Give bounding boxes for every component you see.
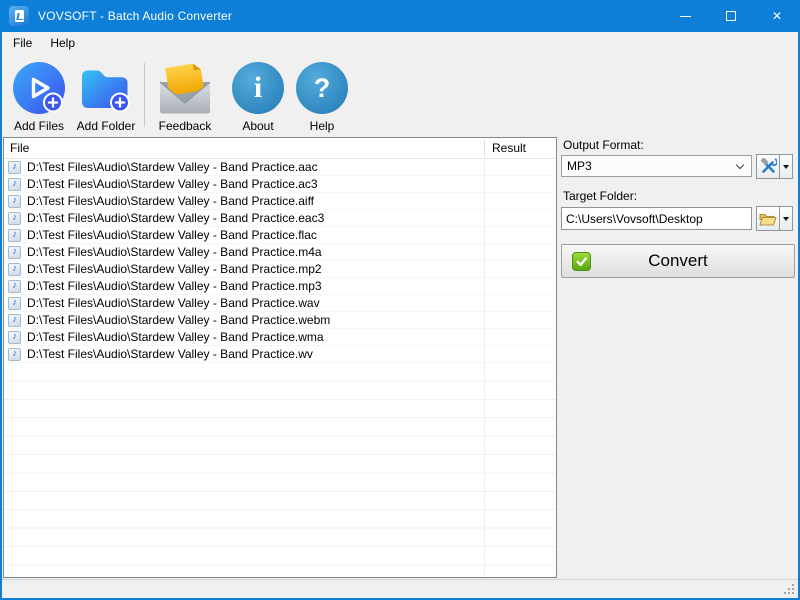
table-row[interactable]: ♪ D:\Test Files\Audio\Stardew Valley - B…	[4, 346, 556, 363]
audio-file-icon: ♪	[8, 280, 21, 293]
feedback-button[interactable]: Feedback	[147, 61, 223, 133]
toolbar-separator	[144, 63, 145, 127]
audio-file-icon: ♪	[8, 263, 21, 276]
menu-bar: File Help	[2, 32, 798, 54]
chevron-down-icon	[736, 161, 744, 169]
file-path: D:\Test Files\Audio\Stardew Valley - Ban…	[27, 194, 314, 208]
help-button[interactable]: ? Help	[293, 61, 351, 133]
feedback-icon	[157, 61, 213, 115]
help-label: Help	[310, 119, 335, 133]
about-icon: i	[232, 61, 284, 115]
file-path: D:\Test Files\Audio\Stardew Valley - Ban…	[27, 330, 324, 344]
about-label: About	[242, 119, 273, 133]
table-row[interactable]: ♪ D:\Test Files\Audio\Stardew Valley - B…	[4, 278, 556, 295]
feedback-label: Feedback	[159, 119, 212, 133]
column-header-file[interactable]: File	[10, 141, 29, 155]
file-path: D:\Test Files\Audio\Stardew Valley - Ban…	[27, 262, 322, 276]
minimize-icon	[680, 16, 691, 17]
audio-file-icon: ♪	[8, 297, 21, 310]
file-path: D:\Test Files\Audio\Stardew Valley - Ban…	[27, 313, 330, 327]
column-divider[interactable]	[484, 140, 485, 156]
help-icon: ?	[296, 61, 348, 115]
open-folder-icon	[757, 212, 779, 226]
add-folder-button[interactable]: Add Folder	[70, 61, 142, 133]
target-folder-label: Target Folder:	[563, 189, 637, 203]
menu-file[interactable]: File	[4, 33, 41, 53]
browse-folder-button[interactable]	[756, 206, 793, 231]
add-folder-label: Add Folder	[77, 119, 136, 133]
column-gridline	[484, 159, 485, 577]
table-row[interactable]: ♪ D:\Test Files\Audio\Stardew Valley - B…	[4, 295, 556, 312]
table-row[interactable]: ♪ D:\Test Files\Audio\Stardew Valley - B…	[4, 312, 556, 329]
maximize-button[interactable]	[708, 0, 754, 32]
table-row[interactable]: ♪ D:\Test Files\Audio\Stardew Valley - B…	[4, 210, 556, 227]
file-path: D:\Test Files\Audio\Stardew Valley - Ban…	[27, 296, 320, 310]
column-header-result[interactable]: Result	[492, 141, 526, 155]
convert-button[interactable]: Convert	[561, 244, 795, 278]
status-bar	[2, 579, 798, 598]
check-icon	[572, 252, 591, 271]
file-path: D:\Test Files\Audio\Stardew Valley - Ban…	[27, 347, 313, 361]
table-row[interactable]: ♪ D:\Test Files\Audio\Stardew Valley - B…	[4, 227, 556, 244]
table-row[interactable]: ♪ D:\Test Files\Audio\Stardew Valley - B…	[4, 244, 556, 261]
output-format-select[interactable]: MP3	[561, 155, 752, 177]
audio-file-icon: ♪	[8, 331, 21, 344]
target-folder-input[interactable]	[561, 207, 752, 230]
table-row[interactable]: ♪ D:\Test Files\Audio\Stardew Valley - B…	[4, 261, 556, 278]
menu-help[interactable]: Help	[41, 33, 84, 53]
arrow-down-icon	[783, 165, 789, 169]
file-path: D:\Test Files\Audio\Stardew Valley - Ban…	[27, 279, 322, 293]
resize-grip-icon[interactable]	[784, 584, 786, 586]
maximize-icon	[726, 11, 736, 21]
audio-file-icon: ♪	[8, 195, 21, 208]
file-list[interactable]: File Result ♪ D:\Test Files\Audio\Starde…	[3, 137, 557, 578]
add-files-icon	[13, 61, 65, 115]
window-title: VOVSOFT - Batch Audio Converter	[38, 9, 232, 23]
add-folder-icon	[79, 61, 133, 115]
file-path: D:\Test Files\Audio\Stardew Valley - Ban…	[27, 245, 322, 259]
format-settings-button[interactable]	[756, 154, 793, 179]
audio-file-icon: ♪	[8, 246, 21, 259]
empty-rows-area	[4, 363, 556, 577]
browse-folder-dropdown[interactable]	[780, 217, 792, 221]
convert-label: Convert	[648, 251, 708, 271]
output-format-label: Output Format:	[563, 138, 644, 152]
table-row[interactable]: ♪ D:\Test Files\Audio\Stardew Valley - B…	[4, 329, 556, 346]
table-row[interactable]: ♪ D:\Test Files\Audio\Stardew Valley - B…	[4, 159, 556, 176]
audio-file-icon: ♪	[8, 229, 21, 242]
file-rows: ♪ D:\Test Files\Audio\Stardew Valley - B…	[4, 159, 556, 363]
file-path: D:\Test Files\Audio\Stardew Valley - Ban…	[27, 177, 318, 191]
file-path: D:\Test Files\Audio\Stardew Valley - Ban…	[27, 160, 318, 174]
close-button[interactable]: ✕	[754, 0, 800, 32]
close-icon: ✕	[772, 10, 782, 22]
minimize-button[interactable]	[662, 0, 708, 32]
audio-file-icon: ♪	[8, 314, 21, 327]
audio-file-icon: ♪	[8, 348, 21, 361]
table-row[interactable]: ♪ D:\Test Files\Audio\Stardew Valley - B…	[4, 176, 556, 193]
file-list-body: ♪ D:\Test Files\Audio\Stardew Valley - B…	[4, 159, 556, 577]
about-button[interactable]: i About	[223, 61, 293, 133]
audio-file-icon: ♪	[8, 212, 21, 225]
add-files-label: Add Files	[14, 119, 64, 133]
audio-file-icon: ♪	[8, 161, 21, 174]
add-files-button[interactable]: Add Files	[8, 61, 70, 133]
app-icon	[9, 6, 29, 26]
tools-icon	[757, 158, 779, 175]
file-path: D:\Test Files\Audio\Stardew Valley - Ban…	[27, 211, 324, 225]
output-format-value: MP3	[567, 159, 592, 173]
toolbar: Add Files Add Folder	[2, 54, 798, 137]
file-list-header: File Result	[4, 138, 556, 159]
app-window: VOVSOFT - Batch Audio Converter ✕ File H…	[0, 0, 800, 600]
options-panel: Output Format: MP3 Target Folder:	[560, 137, 798, 578]
audio-file-icon: ♪	[8, 178, 21, 191]
file-path: D:\Test Files\Audio\Stardew Valley - Ban…	[27, 228, 317, 242]
title-bar: VOVSOFT - Batch Audio Converter ✕	[0, 0, 800, 32]
table-row[interactable]: ♪ D:\Test Files\Audio\Stardew Valley - B…	[4, 193, 556, 210]
format-settings-dropdown[interactable]	[780, 165, 792, 169]
arrow-down-icon	[783, 217, 789, 221]
